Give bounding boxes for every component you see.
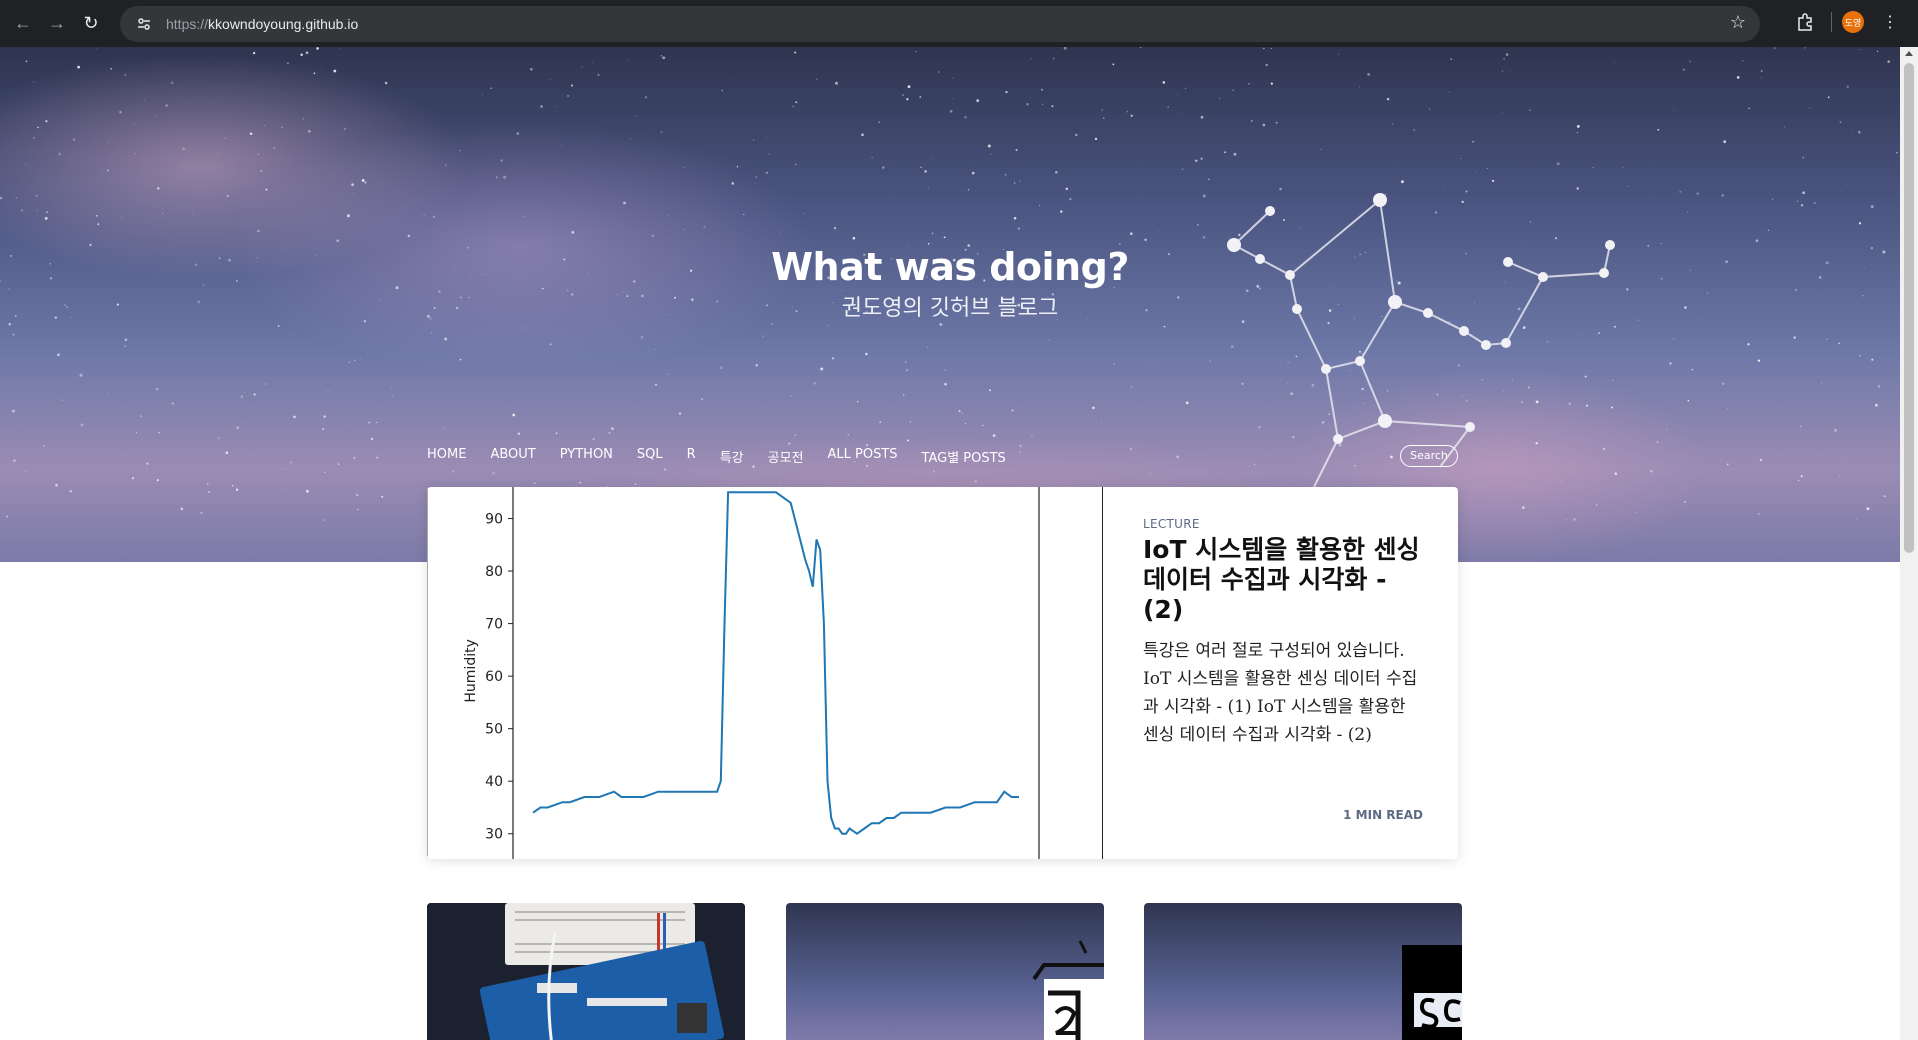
- featured-post-info: LECTURE IoT 시스템을 활용한 센싱 데이터 수집과 시각화 - (2…: [1143, 487, 1423, 859]
- y-tick-label: 30: [485, 827, 503, 843]
- nav-item-r[interactable]: R: [687, 447, 696, 466]
- post-card-2[interactable]: [786, 903, 1104, 1040]
- menu-icon[interactable]: ⋮: [1874, 6, 1906, 38]
- site-title[interactable]: What was doing?: [0, 245, 1900, 289]
- humidity-line-chart: 30 40 50 60 70 80 90 Humidity: [427, 487, 1040, 859]
- url-host: kkowndoyoung.github.io: [208, 16, 359, 32]
- post-card-3[interactable]: [1144, 903, 1462, 1040]
- read-time: 1 MIN READ: [1343, 808, 1423, 822]
- y-tick-label: 80: [485, 564, 503, 580]
- toolbar-divider: [1831, 12, 1832, 32]
- humidity-series-line: [532, 491, 1019, 835]
- hero-banner: What was doing? 권도영의 깃허브 블로그 HOME ABOUT …: [0, 47, 1900, 562]
- y-tick-label: 40: [485, 774, 503, 790]
- url-scheme: https://: [166, 16, 209, 32]
- post-category[interactable]: LECTURE: [1143, 517, 1200, 531]
- nav-item-contest[interactable]: 공모전: [768, 447, 804, 466]
- browser-toolbar: ← → ↻ https://kkowndoyoung.github.io ☆ 도…: [0, 0, 1918, 47]
- y-tick-label: 60: [485, 669, 503, 685]
- forward-icon[interactable]: →: [40, 7, 74, 41]
- featured-post-card[interactable]: 30 40 50 60 70 80 90 Humidity LECTURE IoT 시스템을 …: [427, 487, 1458, 859]
- nav-item-home[interactable]: HOME: [427, 447, 466, 466]
- extensions-icon[interactable]: [1789, 6, 1821, 38]
- nav-item-all-posts[interactable]: ALL POSTS: [828, 447, 898, 466]
- nav-item-sql[interactable]: SQL: [637, 447, 663, 466]
- arduino-thumbnail: [427, 903, 745, 1040]
- nav-item-tag-posts[interactable]: TAG별 POSTS: [922, 447, 1006, 466]
- url-text[interactable]: https://kkowndoyoung.github.io: [166, 16, 358, 32]
- y-tick-label: 70: [485, 617, 503, 633]
- nav-item-lecture[interactable]: 특강: [720, 447, 744, 466]
- bookmark-star-icon[interactable]: ☆: [1730, 12, 1746, 33]
- post-card-arduino[interactable]: [427, 903, 745, 1040]
- y-tick-label: 90: [485, 512, 503, 528]
- reload-icon[interactable]: ↻: [74, 7, 108, 41]
- y-axis-label: Humidity: [463, 639, 479, 702]
- scrollbar-thumb[interactable]: [1904, 63, 1914, 553]
- profile-avatar[interactable]: 도영: [1842, 11, 1864, 33]
- nav-item-python[interactable]: PYTHON: [560, 447, 613, 466]
- address-bar[interactable]: https://kkowndoyoung.github.io ☆: [120, 6, 1760, 42]
- search-button[interactable]: Search: [1400, 445, 1458, 467]
- main-nav: HOME ABOUT PYTHON SQL R 특강 공모전 ALL POSTS…: [427, 447, 1030, 466]
- card-2-thumbnail: [1032, 940, 1104, 1040]
- post-excerpt: 특강은 여러 절로 구성되어 있습니다. IoT 시스템을 활용한 센싱 데이터…: [1143, 641, 1418, 745]
- site-info-icon[interactable]: [132, 12, 156, 36]
- post-thumbnail-chart: 30 40 50 60 70 80 90 Humidity: [427, 487, 1103, 859]
- page-scrollbar[interactable]: [1900, 47, 1918, 1040]
- site-subtitle: 권도영의 깃허브 블로그: [841, 296, 1059, 321]
- back-icon[interactable]: ←: [6, 7, 40, 41]
- page-viewport: What was doing? 권도영의 깃허브 블로그 HOME ABOUT …: [0, 47, 1900, 1040]
- nav-item-about[interactable]: ABOUT: [490, 447, 535, 466]
- post-title[interactable]: IoT 시스템을 활용한 센싱 데이터 수집과 시각화 - (2): [1143, 535, 1423, 625]
- scroll-up-arrow-icon[interactable]: [1905, 51, 1913, 56]
- card-3-thumbnail: [1402, 945, 1462, 1040]
- y-tick-label: 50: [485, 722, 503, 738]
